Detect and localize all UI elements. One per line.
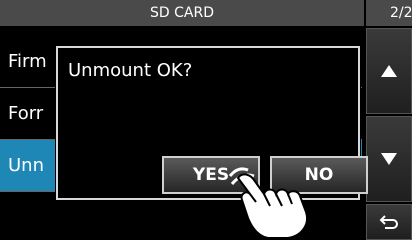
scroll-up-button[interactable] [366, 28, 412, 114]
menu-item-label: Unn [8, 155, 44, 176]
triangle-down-icon [381, 153, 397, 165]
back-button[interactable] [366, 204, 412, 240]
scroll-down-button[interactable] [366, 116, 412, 202]
triangle-up-icon [381, 65, 397, 77]
page-title: SD CARD [0, 0, 366, 26]
return-arrow-icon [379, 215, 398, 229]
pointing-hand-icon [228, 167, 308, 239]
menu-item-label: Forr [8, 103, 44, 124]
dialog-message: Unmount OK? [68, 60, 193, 81]
page-indicator: 2/2 [366, 0, 412, 26]
screen: SD CARD 2/2 Firm Forr Unn Unmount OK? YE… [0, 0, 412, 240]
menu-item-label: Firm [8, 51, 47, 72]
